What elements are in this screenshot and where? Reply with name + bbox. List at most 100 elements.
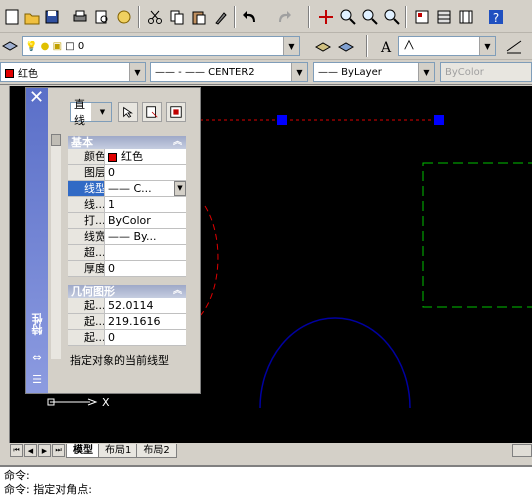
layer-combo[interactable]: 💡 ● ▣ □ 0 ▼: [22, 36, 300, 56]
next-tab-icon[interactable]: ▶: [38, 444, 51, 457]
text-style-icon[interactable]: A: [376, 36, 396, 56]
chevron-down-icon[interactable]: ▼: [291, 63, 307, 81]
chevron-down-icon[interactable]: ▼: [479, 37, 495, 55]
zoom-realtime-icon[interactable]: [338, 7, 358, 27]
property-value[interactable]: 0: [104, 330, 186, 345]
property-row[interactable]: 线... 1: [68, 197, 186, 213]
linetype-combo[interactable]: —— - —— CENTER2 ▼: [150, 62, 308, 82]
pan-icon[interactable]: [316, 7, 336, 27]
quick-select-icon[interactable]: [166, 102, 186, 122]
design-center-icon[interactable]: [434, 7, 454, 27]
chevron-down-icon[interactable]: ▼: [129, 63, 145, 81]
property-key: 起...: [68, 330, 104, 345]
command-window[interactable]: 命令: 命令: 指定对角点:: [0, 465, 532, 498]
palette-properties-icon[interactable]: ☰: [31, 374, 43, 386]
publish-icon[interactable]: [114, 7, 134, 27]
chevron-down-icon[interactable]: ▼: [91, 103, 111, 121]
property-value[interactable]: 52.0114: [104, 298, 186, 313]
property-row[interactable]: 起... 219.1616: [68, 314, 186, 330]
green-dashed-rectangle[interactable]: [422, 162, 532, 308]
text-style-combo[interactable]: ▼: [398, 36, 496, 56]
property-value[interactable]: ByColor: [104, 213, 186, 228]
section-geometry[interactable]: 几何图形 ︽: [68, 285, 186, 298]
match-properties-icon[interactable]: [211, 7, 231, 27]
auto-hide-icon[interactable]: ⇔: [31, 352, 43, 364]
help-icon[interactable]: ?: [486, 7, 506, 27]
cut-icon[interactable]: [145, 7, 165, 27]
lineweight-combo[interactable]: —— ByLayer ▼: [313, 62, 435, 82]
close-icon[interactable]: ✕: [29, 88, 44, 108]
property-row[interactable]: 起... 52.0114: [68, 298, 186, 314]
toolbar-separator: [405, 6, 407, 28]
chevron-down-icon[interactable]: ▼: [174, 181, 186, 196]
grip-endpoint[interactable]: [434, 115, 444, 125]
plotstyle-value: ByColor: [445, 66, 484, 78]
property-key: 线...: [68, 197, 104, 212]
red-color-swatch: [108, 152, 117, 162]
select-objects-icon[interactable]: [142, 102, 162, 122]
properties-icon[interactable]: [412, 7, 432, 27]
color-combo[interactable]: 红色 ▼: [0, 62, 146, 82]
toolbar-separator: [308, 6, 310, 28]
red-dashed-arc[interactable]: [199, 205, 219, 317]
toggle-pickadd-icon[interactable]: [118, 102, 138, 122]
zoom-window-icon[interactable]: [360, 7, 380, 27]
layer-manager-icon[interactable]: [0, 36, 20, 56]
property-value[interactable]: [104, 245, 186, 260]
section-general[interactable]: 基本 ︽: [68, 136, 186, 149]
property-row[interactable]: 起... 0: [68, 330, 186, 346]
dimension-style-icon[interactable]: [504, 36, 524, 56]
property-row[interactable]: 线宽 —— By...: [68, 229, 186, 245]
save-icon[interactable]: [42, 7, 62, 27]
plot-preview-icon[interactable]: [92, 7, 112, 27]
property-grid: 基本 ︽ 颜色 红色 图层 0 线型 —— C... ▼ 线... 1 打... ByColo…: [68, 136, 186, 277]
standard-toolbar: ?: [0, 0, 532, 33]
text-style-icon-inner: [399, 39, 479, 54]
tab-layout1[interactable]: 布局1: [98, 443, 139, 458]
last-tab-icon[interactable]: ⏭: [52, 444, 65, 457]
redo-icon[interactable]: [274, 7, 294, 27]
grip-midpoint[interactable]: [277, 115, 287, 125]
properties-toolbar: 红色 ▼ —— - —— CENTER2 ▼ —— ByLayer ▼ ByCo…: [0, 60, 532, 85]
property-value[interactable]: 红色: [104, 149, 186, 164]
horizontal-scrollbar[interactable]: [512, 444, 532, 457]
property-key: 厚度: [68, 261, 104, 276]
property-row[interactable]: 打... ByColor: [68, 213, 186, 229]
property-row-selected[interactable]: 线型 —— C... ▼: [68, 181, 186, 197]
property-row[interactable]: 颜色 红色: [68, 149, 186, 165]
scroll-thumb[interactable]: [51, 134, 61, 146]
property-key: 线宽: [68, 229, 104, 244]
palette-title-bar[interactable]: ✕ 特性 ⇔ ☰: [26, 88, 48, 393]
property-value[interactable]: 219.1616: [104, 314, 186, 329]
collapse-icon[interactable]: ︽: [173, 136, 182, 149]
property-value[interactable]: —— By...: [104, 229, 186, 244]
blue-arc[interactable]: [259, 317, 411, 409]
section-title: 几何图形: [71, 285, 115, 298]
chevron-down-icon[interactable]: ▼: [283, 37, 299, 55]
property-value[interactable]: —— C... ▼: [104, 181, 186, 196]
prev-tab-icon[interactable]: ◀: [24, 444, 37, 457]
first-tab-icon[interactable]: ⏮: [10, 444, 23, 457]
paste-icon[interactable]: [189, 7, 209, 27]
property-row[interactable]: 图层 0: [68, 165, 186, 181]
tab-layout2[interactable]: 布局2: [136, 443, 177, 458]
property-value[interactable]: 0: [104, 165, 186, 180]
property-row[interactable]: 超...: [68, 245, 186, 261]
print-icon[interactable]: [70, 7, 90, 27]
object-type-combo[interactable]: 直线 ▼: [70, 98, 112, 127]
undo-icon[interactable]: [240, 7, 260, 27]
palette-scrollbar[interactable]: [51, 134, 61, 359]
property-value[interactable]: 0: [104, 261, 186, 276]
zoom-previous-icon[interactable]: [382, 7, 402, 27]
property-row[interactable]: 厚度 0: [68, 261, 186, 277]
new-icon[interactable]: [2, 7, 22, 27]
open-icon[interactable]: [22, 7, 42, 27]
tab-model[interactable]: 模型: [66, 443, 100, 458]
tool-palettes-icon[interactable]: [456, 7, 476, 27]
copy-icon[interactable]: [167, 7, 187, 27]
collapse-icon[interactable]: ︽: [173, 285, 182, 298]
property-value[interactable]: 1: [104, 197, 186, 212]
layer-previous-icon[interactable]: [336, 36, 356, 56]
chevron-down-icon[interactable]: ▼: [418, 63, 434, 81]
make-layer-current-icon[interactable]: [313, 36, 333, 56]
